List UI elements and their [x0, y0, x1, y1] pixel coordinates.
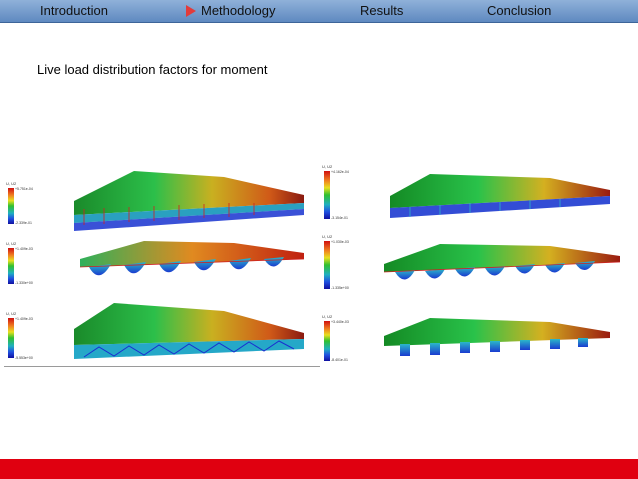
legend-min: -1.330e+00 [15, 281, 33, 285]
legend-min: -1.335e+00 [331, 286, 349, 290]
legend-title: U, U2 [322, 234, 333, 239]
fe-render-1: U, U2 +5.751e-04 -2.339e-01 [6, 171, 304, 231]
legend-title: U, U2 [6, 241, 17, 246]
fe-render-6: U, U2 +3.440e-03 -8.401e-01 [322, 314, 610, 362]
fe-render-5: U, U2 +1.030e-03 -1.335e+00 [322, 234, 621, 290]
color-legend [324, 241, 330, 289]
fe-figure-left-panel: U, U2 +5.751e-04 -2.339e-01 U, U2 +1.409… [4, 163, 320, 370]
nav-results[interactable]: Results [360, 3, 403, 18]
legend-max: +5.751e-04 [15, 187, 33, 191]
slide-heading: Live load distribution factors for momen… [37, 62, 268, 77]
color-legend [8, 188, 14, 224]
legend-min: -5.553e+00 [15, 356, 33, 360]
legend-max: +1.409e-03 [15, 317, 33, 321]
legend-title: U, U2 [322, 314, 333, 319]
nav-methodology-label: Methodology [201, 3, 276, 18]
fe-figure-right-panel: U, U2 +4.162e-04 -3.154e-01 U, U2 +1.030… [320, 160, 636, 367]
fe-render-3: U, U2 +1.409e-03 -5.553e+00 [6, 303, 304, 360]
color-legend [8, 248, 14, 284]
legend-max: +4.162e-04 [331, 170, 349, 174]
legend-min: -3.154e-01 [331, 216, 348, 220]
fe-render-4: U, U2 +4.162e-04 -3.154e-01 [322, 164, 610, 220]
bottom-accent-bar [0, 459, 638, 479]
legend-max: +1.409e-03 [15, 247, 33, 251]
nav-conclusion[interactable]: Conclusion [487, 3, 551, 18]
legend-title: U, U2 [6, 311, 17, 316]
color-legend [324, 171, 330, 219]
current-section-arrow-icon [186, 4, 196, 17]
legend-max: +3.440e-03 [331, 320, 349, 324]
top-navigation-bar: Introduction Methodology Results Conclus… [0, 0, 638, 23]
legend-max: +1.030e-03 [331, 240, 349, 244]
legend-min: -2.339e-01 [15, 221, 32, 225]
legend-title: U, U2 [6, 181, 17, 186]
legend-min: -8.401e-01 [331, 358, 348, 362]
nav-methodology[interactable]: Methodology [186, 3, 275, 18]
color-legend [8, 318, 14, 358]
color-legend [324, 321, 330, 361]
nav-introduction[interactable]: Introduction [40, 3, 108, 18]
fe-render-2: U, U2 +1.409e-03 -1.330e+00 [6, 241, 305, 285]
legend-title: U, U2 [322, 164, 333, 169]
